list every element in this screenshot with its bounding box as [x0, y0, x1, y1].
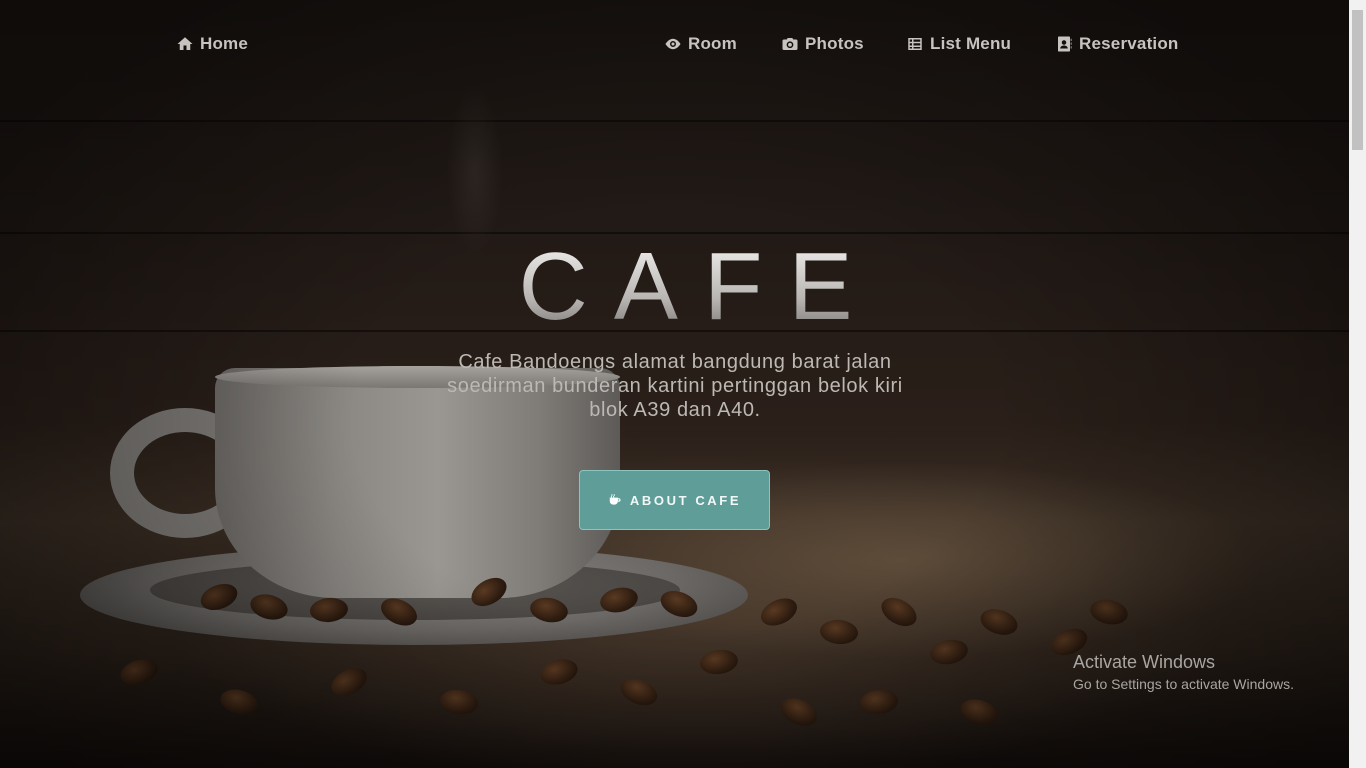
nav-room-label: Room — [688, 34, 737, 53]
address-book-icon — [1058, 36, 1072, 52]
eye-icon — [665, 38, 681, 50]
list-icon — [908, 38, 922, 50]
nav-home-label: Home — [200, 34, 249, 53]
nav-room-link[interactable]: Room — [664, 33, 737, 55]
nav-list-menu-link[interactable]: List Menu — [906, 33, 1011, 55]
nav-photos-link[interactable]: Photos — [781, 33, 864, 55]
home-icon — [177, 37, 193, 50]
nav-reservation-label: Reservation — [1079, 34, 1179, 53]
hero-title: CAFE — [0, 232, 1366, 342]
nav-photos-label: Photos — [805, 34, 864, 53]
about-cafe-button[interactable]: ABOUT CAFE — [579, 470, 770, 530]
scrollbar-thumb[interactable] — [1352, 10, 1363, 150]
nav-reservation-link[interactable]: Reservation — [1055, 33, 1179, 55]
activate-windows-subtitle: Go to Settings to activate Windows. — [1073, 676, 1294, 692]
coffee-cup-icon — [609, 494, 621, 505]
vertical-scrollbar[interactable] — [1349, 0, 1366, 768]
nav-home-link[interactable]: Home — [176, 33, 248, 55]
about-cafe-button-label: ABOUT CAFE — [629, 492, 742, 508]
nav-list-menu-label: List Menu — [930, 34, 1012, 53]
activate-windows-title: Activate Windows — [1073, 652, 1216, 672]
hero-description: Cafe Bandoengs alamat bangdung barat jal… — [447, 351, 903, 421]
camera-icon — [782, 38, 798, 50]
